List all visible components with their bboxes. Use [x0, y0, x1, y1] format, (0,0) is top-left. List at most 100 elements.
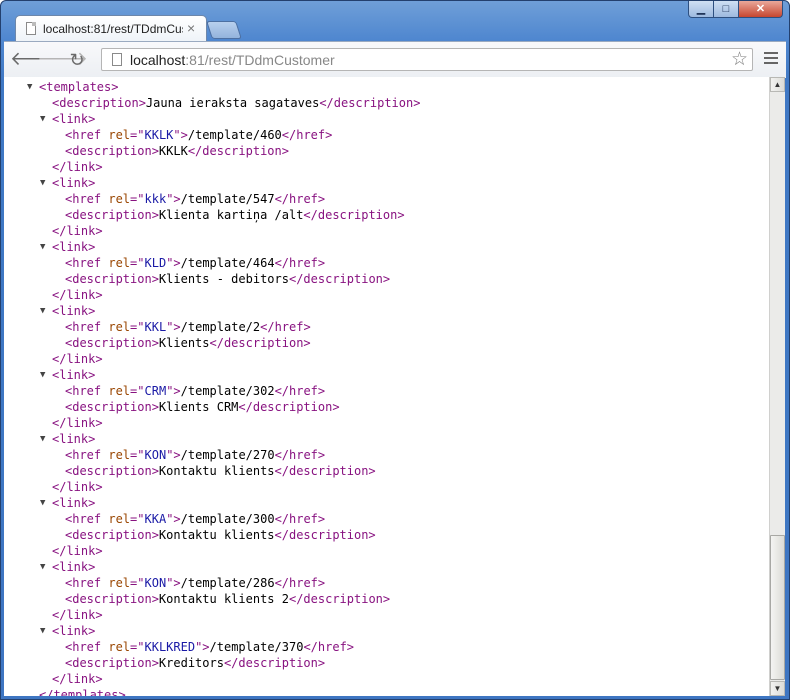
description-text: Klients: [158, 336, 210, 350]
link-open-tag: <link>: [52, 560, 96, 574]
xml-line-text: <description>Kontaktu klients</descripti…: [65, 527, 376, 543]
xml-href-line: <href rel="KKLKRED">/template/370</href>: [4, 639, 764, 655]
xml-line-text: <link>: [52, 303, 95, 319]
xml-description-line: <description>Kontaktu klients</descripti…: [4, 463, 764, 479]
xml-line-text: <href rel="KKLK">/template/460</href>: [65, 127, 332, 143]
link-open-tag: <link>: [52, 496, 96, 510]
bookmark-star-icon[interactable]: ☆: [731, 49, 748, 70]
href-text: /template/302: [180, 384, 275, 398]
xml-description-line: <description>KKLK</description>: [4, 143, 764, 159]
quote: =": [130, 576, 145, 590]
xml-line-text: <description>Klients CRM</description>: [65, 399, 340, 415]
rel-attribute: rel: [108, 448, 131, 462]
xml-link-close: </link>: [4, 159, 764, 175]
xml-templates-open: ▼ <templates>: [4, 79, 764, 95]
scroll-thumb[interactable]: [770, 535, 785, 680]
back-arrow-icon[interactable]: 🡐: [10, 49, 61, 71]
href-open-tag: <href: [65, 192, 109, 206]
new-tab-button[interactable]: [206, 21, 242, 39]
xml-line-text: <href rel="kkk">/template/547</href>: [65, 191, 325, 207]
href-text: /template/286: [180, 576, 275, 590]
link-open-tag: <link>: [52, 624, 96, 638]
href-text: /template/270: [180, 448, 275, 462]
link-open-tag: <link>: [52, 240, 96, 254]
xml-line-text: </templates>: [39, 687, 126, 696]
rel-value: CRM: [144, 384, 167, 398]
quote: ">: [166, 256, 181, 270]
close-icon[interactable]: ✕: [739, 1, 783, 18]
description-open-tag: <description>: [65, 656, 159, 670]
xml-href-line: <href rel="kkk">/template/547</href>: [4, 191, 764, 207]
link-close-tag: </link>: [52, 608, 103, 622]
maximize-icon[interactable]: □: [714, 1, 739, 18]
collapse-toggle-icon[interactable]: ▼: [40, 495, 45, 511]
collapse-toggle-icon[interactable]: ▼: [40, 111, 45, 127]
collapse-toggle-icon[interactable]: ▼: [40, 175, 45, 191]
forward-arrow-icon[interactable]: 🡒: [37, 49, 88, 71]
collapse-toggle-icon[interactable]: ▼: [40, 367, 45, 383]
browser-tab[interactable]: localhost:81/rest/TDdmCustomer ×: [15, 15, 207, 42]
collapse-toggle-icon[interactable]: ▼: [40, 431, 45, 447]
xml-line-text: <link>: [52, 239, 95, 255]
xml-line-text: <link>: [52, 111, 95, 127]
link-close-tag: </link>: [52, 224, 103, 238]
description-open-tag: <description>: [65, 336, 159, 350]
vertical-scrollbar[interactable]: ▲ ▼: [769, 77, 785, 696]
link-close-tag: </link>: [52, 672, 103, 686]
quote: ">: [173, 128, 188, 142]
xml-line-text: <description>Klients</description>: [65, 335, 311, 351]
rel-value: KKA: [144, 512, 167, 526]
description-open-tag: <description>: [65, 400, 159, 414]
description-text: Kontaktu klients: [158, 528, 275, 542]
xml-line-text: <description>KKLK</description>: [65, 143, 289, 159]
xml-line-text: </link>: [52, 479, 103, 495]
xml-description-line: <description>Klients CRM</description>: [4, 399, 764, 415]
link-open-tag: <link>: [52, 432, 96, 446]
description-open-tag: <description>: [65, 272, 159, 286]
xml-link-close: </link>: [4, 607, 764, 623]
scroll-down-icon[interactable]: ▼: [770, 681, 785, 696]
xml-line-text: <link>: [52, 623, 95, 639]
address-bar[interactable]: localhost:81/rest/TDdmCustomer ☆: [101, 48, 753, 71]
rel-attribute: rel: [108, 256, 131, 270]
minimize-icon[interactable]: ▁: [688, 1, 714, 18]
collapse-toggle-icon[interactable]: ▼: [40, 623, 45, 639]
quote: ">: [166, 448, 181, 462]
tab-close-icon[interactable]: ×: [187, 20, 195, 36]
xml-line-text: <link>: [52, 431, 95, 447]
xml-link-open: ▼ <link>: [4, 303, 764, 319]
xml-href-line: <href rel="KON">/template/286</href>: [4, 575, 764, 591]
url-host: localhost: [130, 52, 186, 68]
description-close-tag: </description>: [209, 336, 311, 350]
xml-link-open: ▼ <link>: [4, 111, 764, 127]
quote: ">: [166, 576, 181, 590]
xml-line-text: <description>Kreditors</description>: [65, 655, 325, 671]
page-icon: [112, 53, 122, 66]
scroll-up-icon[interactable]: ▲: [770, 77, 785, 92]
xml-link-close: </link>: [4, 543, 764, 559]
url-text[interactable]: localhost:81/rest/TDdmCustomer: [130, 52, 335, 68]
description-text: Jauna ieraksta sagataves: [145, 96, 320, 110]
quote: ">: [166, 384, 181, 398]
xml-line-text: <href rel="CRM">/template/302</href>: [65, 383, 325, 399]
description-close-tag: </description>: [238, 400, 340, 414]
description-close-tag: </description>: [223, 656, 326, 670]
rel-attribute: rel: [108, 512, 131, 526]
description-open-tag: <description>: [65, 208, 159, 222]
href-open-tag: <href: [65, 128, 109, 142]
xml-line-text: <description>Klients - debitors</descrip…: [65, 271, 390, 287]
collapse-toggle-icon[interactable]: ▼: [40, 303, 45, 319]
reload-icon[interactable]: ↻: [66, 49, 88, 71]
xml-description-line: <description>Kreditors</description>: [4, 655, 764, 671]
menu-icon[interactable]: [764, 52, 778, 67]
link-open-tag: <link>: [52, 176, 96, 190]
url-path: :81/rest/TDdmCustomer: [185, 52, 335, 68]
description-open-tag: <description>: [65, 528, 159, 542]
collapse-toggle-icon[interactable]: ▼: [40, 559, 45, 575]
collapse-toggle-icon[interactable]: ▼: [27, 79, 32, 95]
collapse-toggle-icon[interactable]: ▼: [40, 239, 45, 255]
xml-link-close: </link>: [4, 223, 764, 239]
xml-link-open: ▼ <link>: [4, 623, 764, 639]
description-text: Kontaktu klients 2: [158, 592, 289, 606]
href-text: /template/460: [187, 128, 282, 142]
